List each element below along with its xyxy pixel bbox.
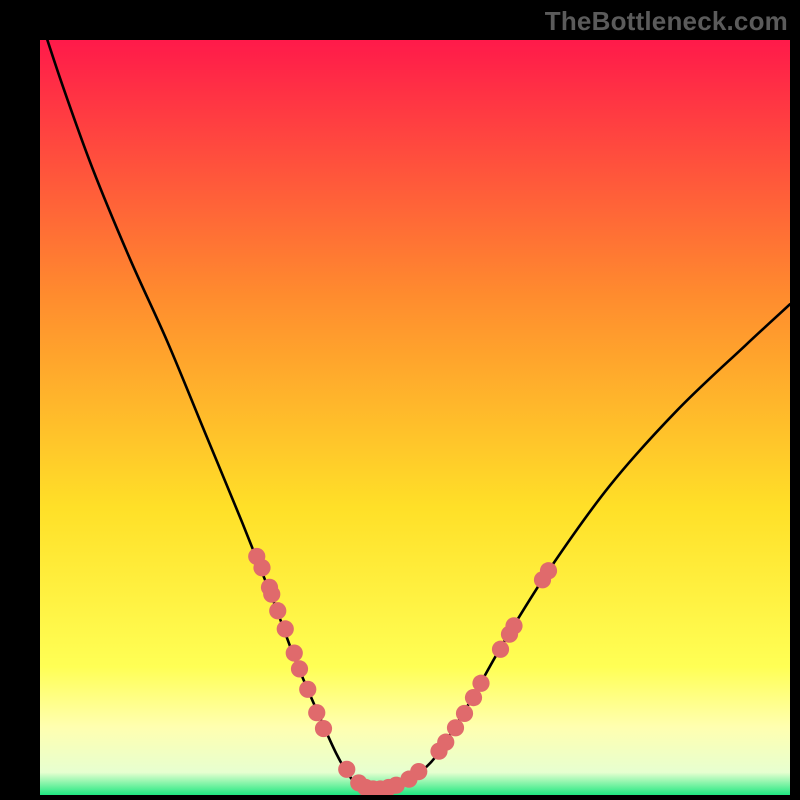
data-point	[253, 559, 270, 576]
bottleneck-chart	[40, 40, 790, 795]
data-point	[286, 644, 303, 661]
data-point	[540, 562, 557, 579]
data-point	[308, 704, 325, 721]
data-point	[492, 641, 509, 658]
data-point	[505, 617, 522, 634]
data-point	[299, 681, 316, 698]
data-point	[269, 602, 286, 619]
data-point	[291, 660, 308, 677]
data-point	[410, 763, 427, 780]
watermark-text: TheBottleneck.com	[545, 6, 788, 37]
data-point	[456, 705, 473, 722]
data-point	[447, 719, 464, 736]
data-point	[437, 734, 454, 751]
data-point	[263, 586, 280, 603]
gradient-background	[40, 40, 790, 795]
data-point	[338, 761, 355, 778]
data-point	[315, 720, 332, 737]
chart-frame: TheBottleneck.com	[0, 0, 800, 800]
data-point	[277, 620, 294, 637]
plot-area	[40, 40, 790, 795]
data-point	[472, 675, 489, 692]
